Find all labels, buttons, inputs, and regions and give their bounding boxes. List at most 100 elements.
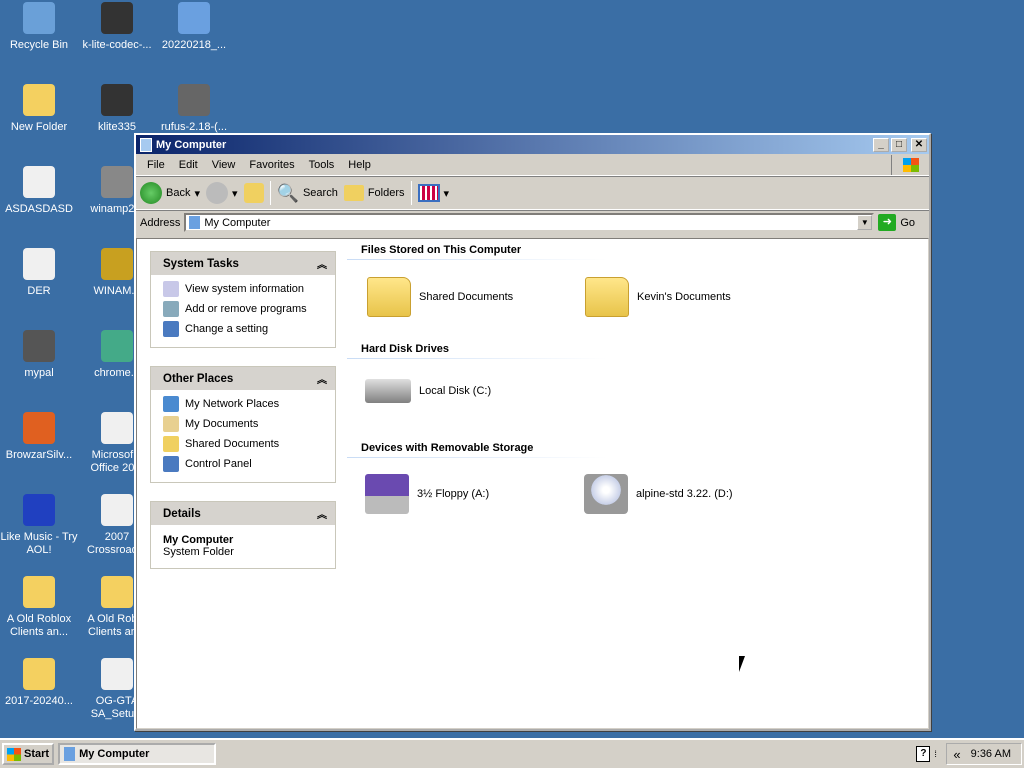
pane-header[interactable]: Details ︽ <box>151 502 335 525</box>
system-tray: « 9:36 AM <box>946 743 1022 765</box>
zip-folder-icon <box>23 658 55 690</box>
desktop-icon[interactable]: mypal <box>0 328 78 380</box>
address-input[interactable]: My Computer ▼ <box>184 213 875 232</box>
address-value: My Computer <box>204 216 271 229</box>
taskbar-my-computer[interactable]: My Computer <box>58 743 217 765</box>
start-button[interactable]: Start <box>2 743 55 765</box>
content-area: System Tasks ︽ View system information Ad… <box>136 238 929 729</box>
toolbar: Back ▾ ▾ 🔍 Search Folders ▾ <box>136 176 929 210</box>
address-dropdown-button[interactable]: ▼ <box>857 215 873 230</box>
desktop-icon[interactable]: ASDASDASD <box>0 164 78 216</box>
shared-documents-link[interactable]: Shared Documents <box>151 434 335 454</box>
menu-edit[interactable]: Edit <box>172 159 205 171</box>
menu-help[interactable]: Help <box>341 159 378 171</box>
cd-drive-d-item[interactable]: alpine-std 3.22. (D:) <box>584 474 733 514</box>
go-button[interactable]: ➜ Go <box>878 214 925 231</box>
back-button[interactable]: Back ▾ <box>140 182 200 204</box>
window-title: My Computer <box>156 138 227 151</box>
minimize-button[interactable]: _ <box>873 137 889 152</box>
winamp-icon <box>101 248 133 280</box>
desktop-icon[interactable]: klite335 <box>78 82 156 134</box>
desktop-icon[interactable]: k-lite-codec-... <box>78 0 156 52</box>
mouse-cursor-icon <box>739 656 751 672</box>
desktop-icon[interactable]: BrowzarSilv... <box>0 410 78 462</box>
my-documents-link[interactable]: My Documents <box>151 414 335 434</box>
desktop-icon[interactable]: 2017-20240... <box>0 656 78 708</box>
computer-icon <box>140 137 152 152</box>
show-hidden-icons-button[interactable]: « <box>953 747 960 762</box>
pane-header[interactable]: System Tasks ︽ <box>151 252 335 275</box>
windows-logo-icon <box>891 154 929 175</box>
maximize-button[interactable]: □ <box>891 137 907 152</box>
pane-header[interactable]: Other Places ︽ <box>151 367 335 390</box>
document-icon <box>23 166 55 198</box>
close-button[interactable]: ✕ <box>911 137 927 152</box>
my-network-places-link[interactable]: My Network Places <box>151 394 335 414</box>
zip-folder-icon <box>23 576 55 608</box>
setup-icon <box>101 658 133 690</box>
floppy-a-item[interactable]: 3½ Floppy (A:) <box>365 474 489 514</box>
hard-disk-icon <box>365 379 411 403</box>
menu-view[interactable]: View <box>205 159 243 171</box>
desktop-icon-label: Recycle Bin <box>9 39 69 51</box>
address-bar: Address My Computer ▼ ➜ Go <box>136 210 929 234</box>
cd-drive-icon <box>584 474 628 514</box>
desktop-icon-label: 20220218_... <box>161 39 227 51</box>
setup-icon <box>101 412 133 444</box>
local-disk-c-item[interactable]: Local Disk (C:) <box>365 379 491 403</box>
control-panel-icon <box>163 321 179 337</box>
desktop-icon[interactable]: Like Music - Try AOL! <box>0 492 78 557</box>
add-remove-programs-link[interactable]: Add or remove programs <box>151 299 335 319</box>
group-hard-disk-drives: Hard Disk Drives <box>361 343 450 355</box>
folder-icon <box>101 576 133 608</box>
search-button[interactable]: 🔍 Search <box>277 183 338 204</box>
forward-arrow-icon <box>206 182 228 204</box>
document-icon <box>101 494 133 526</box>
details-name: My Computer <box>163 534 234 546</box>
desktop-icon-label: Like Music - Try AOL! <box>0 531 78 556</box>
taskbar: Start My Computer ? ⁞ « 9:36 AM <box>0 738 1024 768</box>
view-system-information-link[interactable]: View system information <box>151 279 335 299</box>
views-button[interactable]: ▾ <box>417 184 449 202</box>
change-setting-link[interactable]: Change a setting <box>151 319 335 339</box>
menu-file[interactable]: File <box>140 159 172 171</box>
back-label: Back <box>166 187 191 199</box>
desktop-icon-label: ASDASDASD <box>5 203 73 215</box>
address-label: Address <box>140 216 181 229</box>
kevins-documents-item[interactable]: Kevin's Documents <box>585 277 731 317</box>
group-removable-storage: Devices with Removable Storage <box>361 442 534 454</box>
media-player-icon <box>101 84 133 116</box>
control-panel-link[interactable]: Control Panel <box>151 454 335 474</box>
installer-icon <box>178 2 210 34</box>
clock[interactable]: 9:36 AM <box>971 748 1011 760</box>
add-remove-programs-icon <box>163 301 179 317</box>
help-icon[interactable]: ? <box>916 746 931 762</box>
other-places-pane: Other Places ︽ My Network Places My Docum… <box>150 366 336 483</box>
menu-favorites[interactable]: Favorites <box>242 159 301 171</box>
desktop-icon[interactable]: A Old Roblox Clients an... <box>0 574 78 639</box>
details-description: System Folder <box>163 546 234 558</box>
desktop-icon[interactable]: New Folder <box>0 82 78 134</box>
forward-button[interactable]: ▾ <box>206 182 238 204</box>
computer-icon <box>189 216 201 229</box>
folders-button[interactable]: Folders <box>343 185 405 201</box>
folder-icon <box>585 277 629 317</box>
desktop-icon[interactable]: DER <box>0 246 78 298</box>
collapse-icon: ︽ <box>317 375 327 386</box>
windows-logo-icon <box>7 747 21 761</box>
menu-tools[interactable]: Tools <box>302 159 342 171</box>
desktop-icon[interactable]: 20220218_... <box>155 0 233 52</box>
tray-handle-icon[interactable]: ⁞ <box>934 749 942 759</box>
browzar-icon <box>23 412 55 444</box>
desktop-icon[interactable]: rufus-2.18-(... <box>155 82 233 134</box>
desktop-icon[interactable]: Recycle Bin <box>0 0 78 52</box>
shared-documents-item[interactable]: Shared Documents <box>367 277 513 317</box>
usb-drive-icon <box>178 84 210 116</box>
desktop-icon-label: mypal <box>24 367 54 379</box>
chrome-icon <box>101 330 133 362</box>
desktop-icon-label: 2017-20240... <box>5 695 73 707</box>
title-bar[interactable]: My Computer _ □ ✕ <box>136 135 929 154</box>
collapse-icon: ︽ <box>317 260 327 271</box>
floppy-drive-icon <box>365 474 409 514</box>
up-folder-icon[interactable] <box>243 183 264 203</box>
